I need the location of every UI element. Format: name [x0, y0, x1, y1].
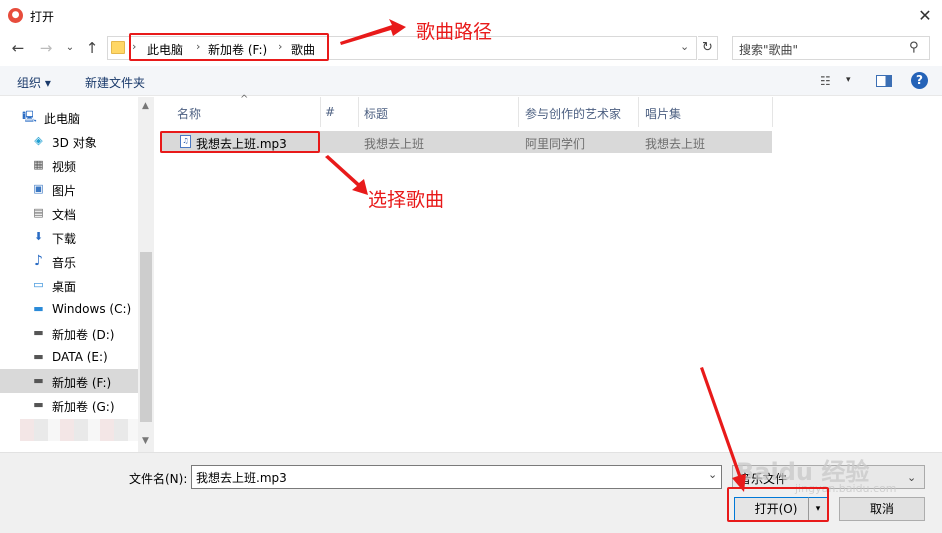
- annotation-select-label: 选择歌曲: [368, 189, 445, 211]
- arrow-to-path: [340, 19, 406, 45]
- arrow-to-file: [325, 155, 368, 195]
- annotation-path-label: 歌曲路径: [416, 21, 493, 43]
- arrow-to-open: [700, 367, 746, 492]
- annotation-arrows: [325, 19, 746, 492]
